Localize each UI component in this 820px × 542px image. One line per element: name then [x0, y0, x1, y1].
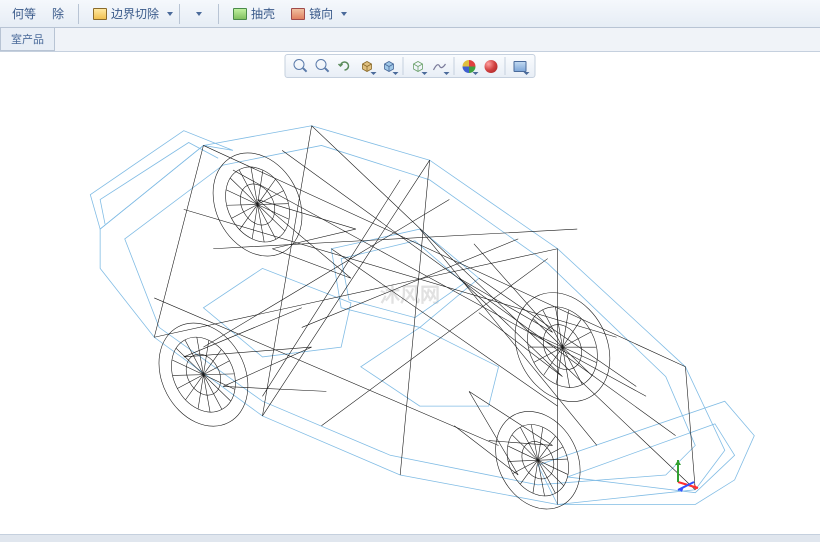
magnifier-icon	[316, 59, 330, 73]
color-sphere-icon	[462, 60, 475, 73]
view-toolbar	[285, 54, 536, 78]
chevron-down-icon	[473, 72, 479, 75]
tool-label: 边界切除	[111, 5, 159, 22]
shell-button[interactable]: 抽壳	[227, 3, 281, 24]
separator	[218, 4, 219, 24]
cube-icon	[360, 60, 373, 73]
display-style-button[interactable]	[378, 56, 400, 76]
section-view-button[interactable]	[356, 56, 378, 76]
orientation-triad[interactable]	[670, 452, 710, 492]
arrow-rotate-icon	[338, 59, 352, 73]
status-bar	[0, 534, 820, 542]
tab-room-product[interactable]: 室产品	[0, 28, 55, 51]
zoom-area-button[interactable]	[312, 56, 334, 76]
appearance-button[interactable]	[458, 56, 480, 76]
chevron-down-icon	[422, 72, 428, 75]
zoom-fit-button[interactable]	[290, 56, 312, 76]
tool-button-1[interactable]: 何等	[6, 3, 42, 24]
separator	[505, 57, 506, 75]
capture-icon	[513, 61, 526, 72]
boundary-cut-icon	[93, 8, 107, 20]
tool-label: 除	[52, 5, 64, 22]
shell-icon	[233, 8, 247, 20]
tab-bar: 室产品	[0, 28, 820, 52]
tab-label: 室产品	[11, 34, 44, 46]
magnifier-icon	[294, 59, 308, 73]
main-toolbar: 何等 除 边界切除 抽壳 镜向	[0, 0, 820, 28]
mirror-button[interactable]: 镜向	[285, 3, 339, 24]
mirror-icon	[291, 8, 305, 20]
separator	[403, 57, 404, 75]
dropdown-icon[interactable]	[167, 12, 173, 16]
tool-button-2[interactable]: 除	[46, 3, 70, 24]
separator	[179, 4, 180, 24]
separator	[454, 57, 455, 75]
scene-button[interactable]	[429, 56, 451, 76]
chevron-down-icon	[393, 72, 399, 75]
dropdown-icon[interactable]	[196, 12, 202, 16]
prev-view-button[interactable]	[334, 56, 356, 76]
tool-label: 镜向	[309, 5, 333, 22]
boundary-cut-button[interactable]: 边界切除	[87, 3, 165, 24]
chevron-down-icon	[444, 72, 450, 75]
chevron-down-icon	[371, 72, 377, 75]
render-button[interactable]	[480, 56, 502, 76]
cube-wire-icon	[411, 60, 424, 73]
separator	[78, 4, 79, 24]
screen-capture-button[interactable]	[509, 56, 531, 76]
dropdown-icon[interactable]	[341, 12, 347, 16]
hide-show-button[interactable]	[407, 56, 429, 76]
tool-label: 抽壳	[251, 5, 275, 22]
chevron-down-icon	[524, 72, 530, 75]
cube-icon	[382, 60, 395, 73]
viewport-3d[interactable]: 沐风网	[0, 52, 820, 534]
tool-label: 何等	[12, 5, 36, 22]
curve-icon	[433, 60, 447, 72]
sphere-icon	[484, 60, 497, 73]
